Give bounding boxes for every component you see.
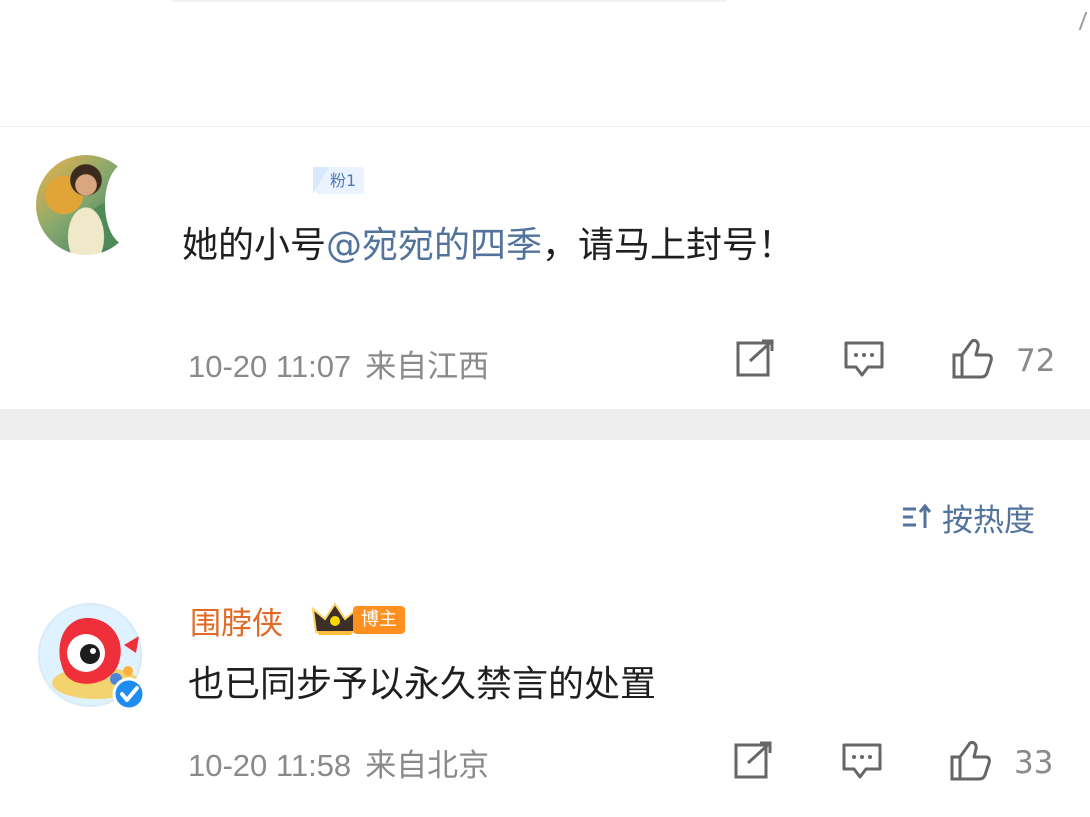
sort-button[interactable]: 按热度 <box>900 493 1035 541</box>
username-hidden <box>190 165 318 195</box>
comment-meta-1: 10-20 11:07 来自江西 <box>188 341 489 386</box>
sort-icon <box>903 503 932 528</box>
comment-text-2: 也已同步予以永久禁言的处置 <box>188 664 657 705</box>
comment-text-prefix: 她的小号 <box>182 225 327 266</box>
comment-actions-2: 33 <box>732 739 1072 791</box>
mention-link[interactable]: @宛宛的四季 <box>326 225 542 266</box>
timestamp: 10-20 11:07 <box>188 349 352 384</box>
like-icon[interactable] <box>950 337 994 381</box>
sort-label: 按热度 <box>942 502 1035 539</box>
verified-icon <box>112 677 146 711</box>
top-divider-fragment <box>172 0 727 2</box>
comment-meta-2: 10-20 11:58 来自北京 <box>188 740 489 785</box>
location: 来自江西 <box>365 349 490 385</box>
comment-actions-1: 72 <box>734 337 1074 389</box>
fan-badge: 粉1 <box>312 167 365 194</box>
share-icon[interactable] <box>732 739 776 783</box>
crown-icon <box>311 602 359 635</box>
timestamp: 10-20 11:58 <box>188 748 352 783</box>
comment-text-1: 她的小号@宛宛的四季，请马上封号！ <box>182 219 794 273</box>
section-separator <box>0 409 1090 440</box>
share-icon[interactable] <box>734 337 778 381</box>
blogger-badge: 博主 <box>353 606 405 634</box>
comment-card-1: 粉1 她的小号@宛宛的四季，请马上封号！ 10-20 11:07 来自江西 72 <box>0 127 1090 409</box>
like-count: 33 <box>1014 745 1054 781</box>
username-weiboxia[interactable]: 围脖侠 <box>190 598 283 643</box>
comment-icon[interactable] <box>842 337 886 381</box>
location: 来自北京 <box>365 748 490 784</box>
comment-thread-page: 粉1 她的小号@宛宛的四季，请马上封号！ 10-20 11:07 来自江西 72 <box>0 0 1090 817</box>
like-icon[interactable] <box>948 739 992 783</box>
previous-content-area <box>0 0 1090 128</box>
comment-icon[interactable] <box>840 739 884 783</box>
comment-text-suffix: ，请马上封号！ <box>542 225 795 266</box>
avatar-mask-shape <box>105 162 151 246</box>
like-count: 72 <box>1016 343 1056 379</box>
top-corner-mark <box>1078 12 1090 30</box>
